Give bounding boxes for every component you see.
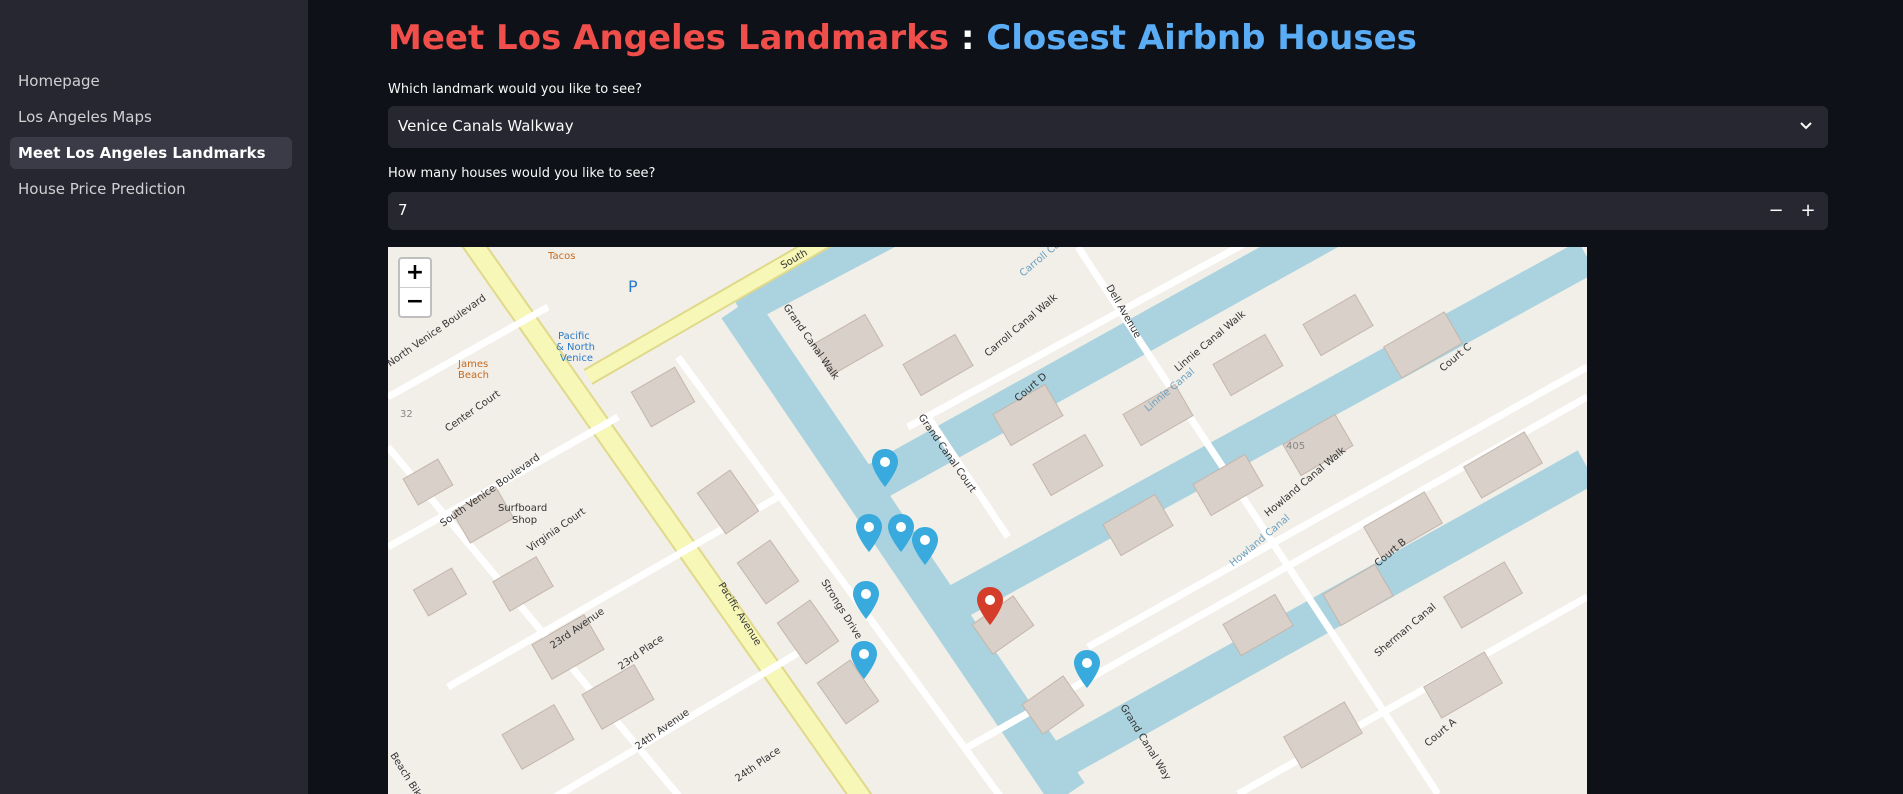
sidebar-nav: Homepage Los Angeles Maps Meet Los Angel…	[10, 65, 292, 209]
sidebar: Homepage Los Angeles Maps Meet Los Angel…	[0, 0, 308, 794]
sidebar-item-los-angeles-maps[interactable]: Los Angeles Maps	[10, 101, 292, 133]
map-label-james: James	[457, 359, 488, 370]
house-marker[interactable]	[853, 581, 879, 619]
zoom-out-button[interactable]: −	[400, 288, 430, 316]
sidebar-item-meet-los-angeles-landmarks[interactable]: Meet Los Angeles Landmarks	[10, 137, 292, 169]
page-title: Meet Los Angeles Landmarks : Closest Air…	[388, 18, 1417, 58]
map-label-405: 405	[1286, 441, 1305, 452]
title-airbnb: Closest Airbnb Houses	[986, 18, 1417, 58]
house-marker[interactable]	[888, 514, 914, 552]
house-marker[interactable]	[872, 449, 898, 487]
landmark-marker[interactable]	[977, 587, 1003, 625]
map-label-shop: Shop	[512, 515, 537, 526]
map-label-pacific: Pacific	[558, 331, 590, 342]
house-marker[interactable]	[1074, 650, 1100, 688]
house-marker[interactable]	[912, 527, 938, 565]
map-view[interactable]: Tacos South Grand Canal Walk Carroll Can…	[388, 247, 1587, 794]
house-marker[interactable]	[856, 514, 882, 552]
sidebar-item-homepage[interactable]: Homepage	[10, 65, 292, 97]
sidebar-item-house-price-prediction[interactable]: House Price Prediction	[10, 173, 292, 205]
house-marker[interactable]	[851, 641, 877, 679]
zoom-in-button[interactable]: +	[400, 259, 430, 288]
landmark-select-value: Venice Canals Walkway	[398, 117, 574, 135]
chevron-down-icon	[1800, 122, 1812, 130]
map-label-surfboard: Surfboard	[498, 503, 547, 514]
decrement-button[interactable]: −	[1760, 192, 1792, 230]
map-label-32: 32	[400, 409, 413, 420]
increment-button[interactable]: +	[1792, 192, 1824, 230]
map-tiles: Tacos South Grand Canal Walk Carroll Can…	[388, 247, 1587, 794]
houses-quantity-stepper: 7 − +	[388, 192, 1828, 230]
landmark-select-label: Which landmark would you like to see?	[388, 82, 643, 97]
houses-input-label: How many houses would you like to see?	[388, 166, 656, 181]
map-label-tacos: Tacos	[547, 251, 575, 262]
landmark-select[interactable]: Venice Canals Walkway	[388, 106, 1828, 148]
zoom-control: + −	[398, 257, 432, 318]
map-label-north: & North	[556, 342, 595, 353]
title-landmarks: Meet Los Angeles Landmarks	[388, 18, 949, 58]
map-label-venice: Venice	[560, 353, 593, 364]
title-separator: :	[948, 18, 987, 58]
map-label-beach: Beach	[458, 370, 489, 381]
houses-quantity-input[interactable]: 7	[398, 201, 408, 219]
map-label-parking: P	[628, 277, 638, 296]
